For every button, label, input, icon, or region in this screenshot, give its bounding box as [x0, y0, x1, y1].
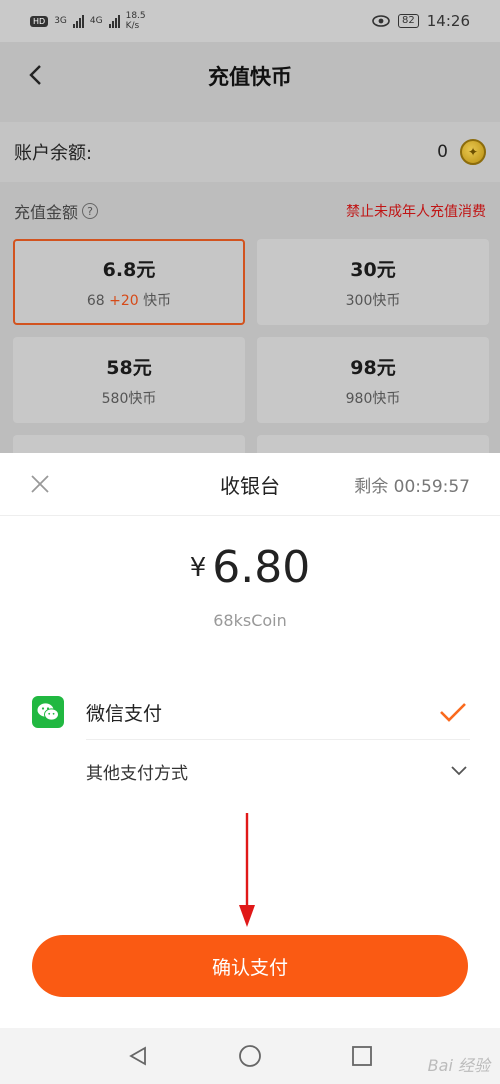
recharge-option-6-8[interactable]: 6.8元 68 +20 快币: [13, 239, 245, 325]
option-price: 98元: [350, 356, 396, 379]
recharge-option-partial[interactable]: [13, 435, 245, 453]
recharge-amount-label: 充值金额: [14, 203, 79, 222]
wechat-icon: [32, 696, 64, 728]
close-icon[interactable]: [30, 474, 50, 494]
status-right: 82 14:26: [372, 12, 470, 30]
help-icon[interactable]: ?: [82, 203, 99, 219]
option-coins-bonus: +20: [109, 292, 139, 309]
nav-back-button[interactable]: [121, 1039, 155, 1073]
coin-icon: ✦: [460, 139, 486, 165]
option-price: 58元: [106, 356, 152, 379]
option-coins: 300快币: [345, 292, 401, 309]
back-arrow-icon[interactable]: [26, 64, 48, 86]
payment-method-label: 微信支付: [86, 702, 163, 725]
payment-method-wechat[interactable]: 微信支付: [0, 685, 500, 739]
balance-row: 账户余额: 0 ✦: [0, 122, 500, 182]
network-speed: 18.5 K/s: [126, 11, 146, 31]
status-bar: HD 3G 4G 18.5 K/s 82 14:26: [0, 0, 500, 42]
checkout-header: 收银台 剩余 00:59:57: [0, 453, 500, 516]
recharge-page: 充值快币 账户余额: 0 ✦ 充值金额 ? 禁止未成年人充值消费 6.8元 68…: [0, 42, 500, 453]
status-left: HD 3G 4G 18.5 K/s: [30, 11, 146, 31]
recharge-amount-header: 充值金额 ? 禁止未成年人充值消费: [0, 200, 500, 222]
signal-icon: [72, 14, 84, 28]
option-coins: 68 +20 快币: [87, 290, 171, 310]
option-coins: 980快币: [345, 390, 401, 407]
hd-badge: HD: [30, 15, 49, 27]
balance-value: 0: [437, 142, 448, 162]
payment-amount: ¥6.80: [0, 542, 500, 593]
product-name: 68ksCoin: [213, 611, 287, 630]
minor-warning: 禁止未成年人充值消费: [346, 204, 486, 220]
currency-symbol: ¥: [189, 552, 207, 583]
balance-label: 账户余额:: [14, 143, 93, 164]
clock: 14:26: [426, 12, 470, 30]
eye-icon: [372, 15, 390, 27]
checkmark-icon: [440, 703, 466, 722]
recharge-option-partial[interactable]: [257, 435, 489, 453]
nav-home-button[interactable]: [233, 1039, 267, 1073]
divider: [86, 739, 470, 740]
other-payment-label: 其他支付方式: [86, 763, 188, 784]
countdown-timer: 剩余 00:59:57: [354, 476, 470, 497]
network-4g-label: 4G: [89, 16, 103, 26]
signal-icon: [108, 14, 120, 28]
amount-value: 6.80: [212, 542, 311, 593]
header: 充值快币: [0, 42, 500, 110]
recharge-option-58[interactable]: 58元 580快币: [13, 337, 245, 423]
chevron-down-icon: [451, 766, 467, 776]
recharge-option-30[interactable]: 30元 300快币: [257, 239, 489, 325]
triangle-back-icon: [129, 1046, 146, 1066]
speed-unit: K/s: [125, 21, 140, 31]
checkout-sheet: 收银台 剩余 00:59:57 ¥6.80 68ksCoin 微信支付 其他支付…: [0, 453, 500, 1028]
option-price: 30元: [350, 258, 396, 281]
confirm-payment-button[interactable]: 确认支付: [32, 935, 468, 997]
option-price: 6.8元: [102, 258, 156, 281]
option-coins: 580快币: [101, 390, 157, 407]
system-nav-bar: Bai 经验: [0, 1028, 500, 1084]
battery-indicator: 82: [398, 14, 419, 28]
option-coins-base: 68: [86, 292, 105, 309]
other-payment-methods[interactable]: 其他支付方式: [86, 749, 470, 793]
nav-recents-button[interactable]: [345, 1039, 379, 1073]
speed-value: 18.5: [125, 11, 146, 21]
annotation-arrow-icon: [239, 813, 255, 927]
page-title: 充值快币: [208, 65, 292, 89]
checkout-title: 收银台: [220, 473, 280, 498]
square-recents-icon: [352, 1046, 372, 1066]
option-coins-unit: 快币: [143, 292, 172, 309]
recharge-option-98[interactable]: 98元 980快币: [257, 337, 489, 423]
circle-home-icon: [239, 1045, 261, 1067]
network-3g-label: 3G: [54, 16, 67, 26]
watermark: Bai 经验: [427, 1056, 490, 1075]
